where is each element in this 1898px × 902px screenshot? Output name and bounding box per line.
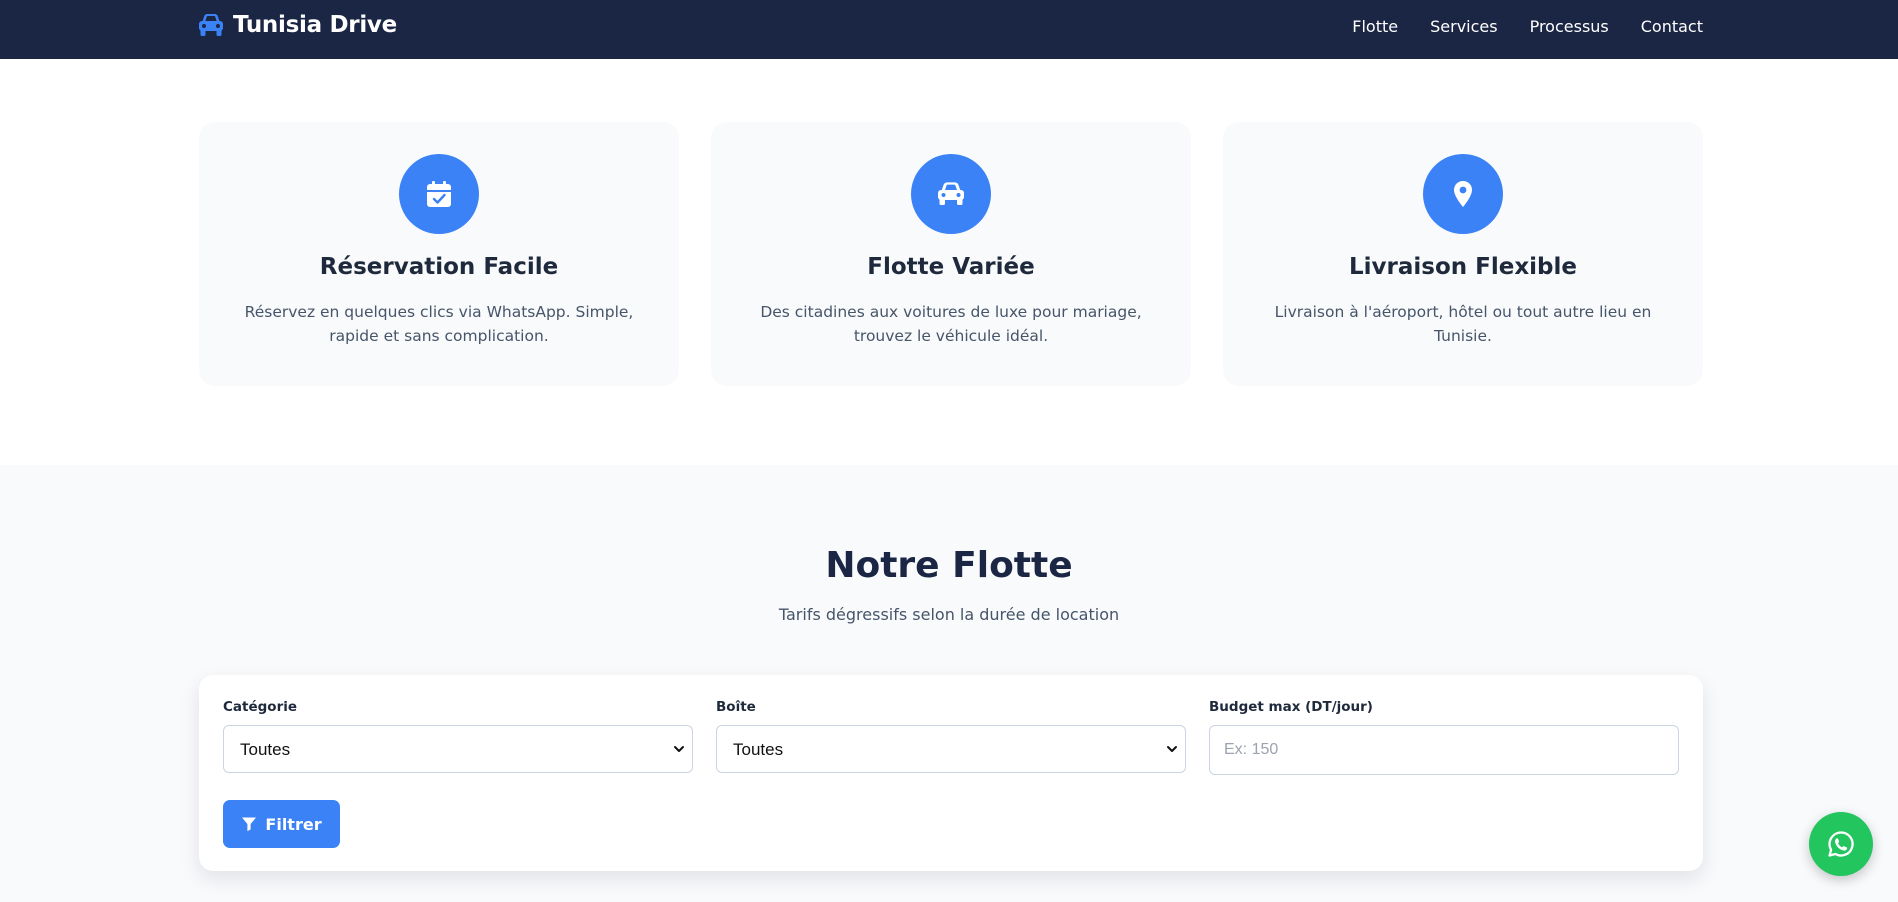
whatsapp-float-button[interactable] — [1809, 812, 1873, 876]
feature-title: Livraison Flexible — [1348, 254, 1577, 280]
brand-logo[interactable]: Tunisia Drive — [198, 12, 397, 38]
feature-icon-circle — [399, 154, 479, 234]
feature-title: Réservation Facile — [319, 254, 559, 280]
brand-name: Tunisia Drive — [233, 12, 397, 38]
budget-filter: Budget max (DT/jour) — [1209, 699, 1679, 775]
feature-description: Réservez en quelques clics via WhatsApp.… — [244, 303, 634, 345]
calendar-check-icon — [427, 181, 451, 207]
section-title: Notre Flotte — [825, 545, 1073, 586]
feature-card-delivery: Livraison Flexible Livraison à l'aéropor… — [1223, 122, 1703, 386]
nav-link-services[interactable]: Services — [1430, 17, 1497, 36]
budget-input[interactable] — [1209, 725, 1679, 775]
feature-card-fleet: Flotte Variée Des citadines aux voitures… — [711, 122, 1191, 386]
filter-icon — [242, 817, 257, 832]
category-select[interactable]: Toutes — [223, 725, 693, 773]
category-filter: Catégorie Toutes — [223, 699, 693, 773]
chevron-down-icon — [674, 746, 684, 752]
whatsapp-icon — [1828, 831, 1854, 857]
category-select-value: Toutes — [240, 740, 291, 759]
feature-icon-circle — [911, 154, 991, 234]
car-icon — [199, 14, 223, 36]
section-subtitle: Tarifs dégressifs selon la durée de loca… — [778, 605, 1120, 624]
nav-link-flotte[interactable]: Flotte — [1352, 17, 1398, 36]
fleet-section: Notre Flotte Tarifs dégressifs selon la … — [0, 465, 1898, 902]
map-pin-icon — [1454, 181, 1472, 207]
nav-link-processus[interactable]: Processus — [1530, 17, 1609, 36]
chevron-down-icon — [1167, 746, 1177, 752]
car-icon — [938, 182, 964, 205]
feature-description: Des citadines aux voitures de luxe pour … — [760, 303, 1142, 345]
filter-panel: Catégorie Toutes Boîte Toutes Budget max… — [199, 675, 1703, 871]
top-navbar: Tunisia Drive Flotte Services Processus … — [0, 0, 1898, 59]
nav-link-contact[interactable]: Contact — [1641, 17, 1703, 36]
main-nav: Flotte Services Processus Contact — [1352, 17, 1703, 36]
feature-description: Livraison à l'aéroport, hôtel ou tout au… — [1274, 303, 1652, 345]
category-label: Catégorie — [223, 699, 298, 715]
gearbox-select-value: Toutes — [733, 740, 784, 759]
filter-button[interactable]: Filtrer — [223, 800, 340, 848]
feature-title: Flotte Variée — [867, 254, 1035, 280]
feature-card-reservation: Réservation Facile Réservez en quelques … — [199, 122, 679, 386]
gearbox-label: Boîte — [716, 699, 756, 715]
budget-label: Budget max (DT/jour) — [1209, 699, 1373, 715]
gearbox-filter: Boîte Toutes — [716, 699, 1186, 773]
filter-button-label: Filtrer — [265, 814, 322, 834]
gearbox-select[interactable]: Toutes — [716, 725, 1186, 773]
feature-icon-circle — [1423, 154, 1503, 234]
features-section: Réservation Facile Réservez en quelques … — [0, 59, 1898, 465]
